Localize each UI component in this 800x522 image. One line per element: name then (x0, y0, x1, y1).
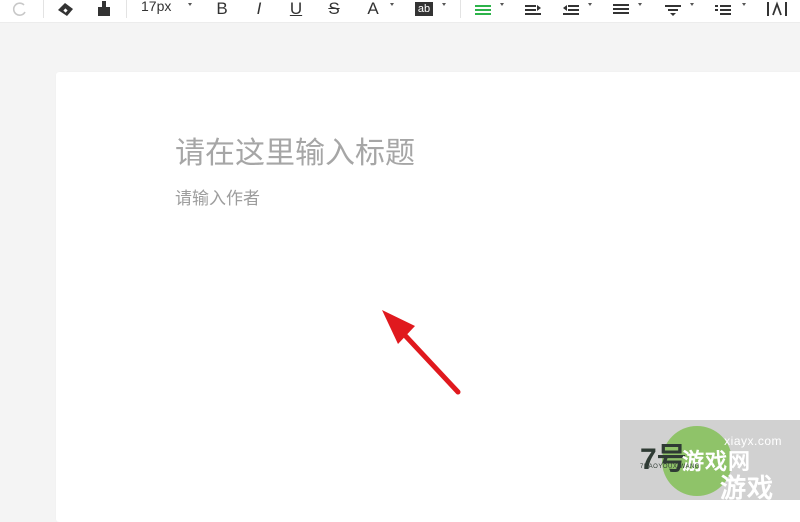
font-color-button[interactable]: A (362, 0, 384, 18)
list-button[interactable] (712, 0, 734, 18)
align-center-icon (474, 1, 492, 17)
watermark-site: xiayx.com (724, 434, 782, 448)
indent-button[interactable] (522, 0, 544, 18)
format-painter-button[interactable] (93, 0, 115, 18)
toolbar-divider (126, 0, 127, 18)
watermark-chinese: 游戏 (720, 474, 775, 504)
format-painter-icon (96, 1, 112, 17)
clear-format-button[interactable] (54, 0, 78, 18)
letter-spacing-button[interactable] (764, 0, 790, 18)
indent-icon (524, 1, 542, 17)
redo-icon (12, 1, 28, 17)
strikethrough-icon: S (328, 0, 340, 18)
paragraph-spacing-button[interactable] (662, 0, 684, 18)
title-input[interactable]: 请在这里输入标题 (175, 134, 415, 174)
author-input[interactable]: 请输入作者 (175, 187, 260, 211)
paragraph-spacing-icon (664, 1, 682, 17)
underline-button[interactable]: U (286, 0, 306, 18)
align-button[interactable] (472, 0, 494, 18)
bold-icon: B (216, 0, 228, 18)
underline-icon: U (289, 0, 303, 18)
font-size-select[interactable]: 17px (141, 0, 171, 15)
chevron-down-icon (742, 3, 746, 6)
outdent-icon (562, 1, 580, 17)
toolbar-divider (460, 0, 461, 18)
chevron-down-icon (390, 3, 394, 6)
chevron-down-icon (188, 3, 192, 6)
bold-button[interactable]: B (212, 0, 232, 18)
watermark: 7号 游戏网 xiayx.com 7HAOYOUXIWANG 游戏 (620, 420, 800, 504)
strikethrough-button[interactable]: S (324, 0, 344, 18)
watermark-number: 7号 (640, 443, 687, 476)
line-height-button[interactable] (610, 0, 632, 18)
watermark-pinyin: 7HAOYOUXIWANG (640, 464, 700, 470)
chevron-down-icon (638, 3, 642, 6)
chevron-down-icon (690, 3, 694, 6)
toolbar-divider (43, 0, 44, 18)
list-icon (714, 1, 732, 17)
font-color-icon: A (367, 0, 379, 18)
highlight-icon: ab (414, 2, 434, 16)
line-height-icon (612, 1, 630, 17)
editor-toolbar: 17px B I U S A ab (0, 0, 800, 23)
outdent-button[interactable] (560, 0, 582, 18)
annotation-arrow-icon (370, 300, 470, 400)
chevron-down-icon (442, 3, 446, 6)
chevron-down-icon (588, 3, 592, 6)
italic-icon: I (256, 0, 262, 18)
italic-button[interactable]: I (250, 0, 268, 18)
redo-button[interactable] (10, 0, 30, 18)
chevron-down-icon (500, 3, 504, 6)
letter-spacing-icon (766, 1, 788, 17)
highlight-button[interactable]: ab (412, 0, 436, 18)
eraser-icon (56, 1, 76, 17)
